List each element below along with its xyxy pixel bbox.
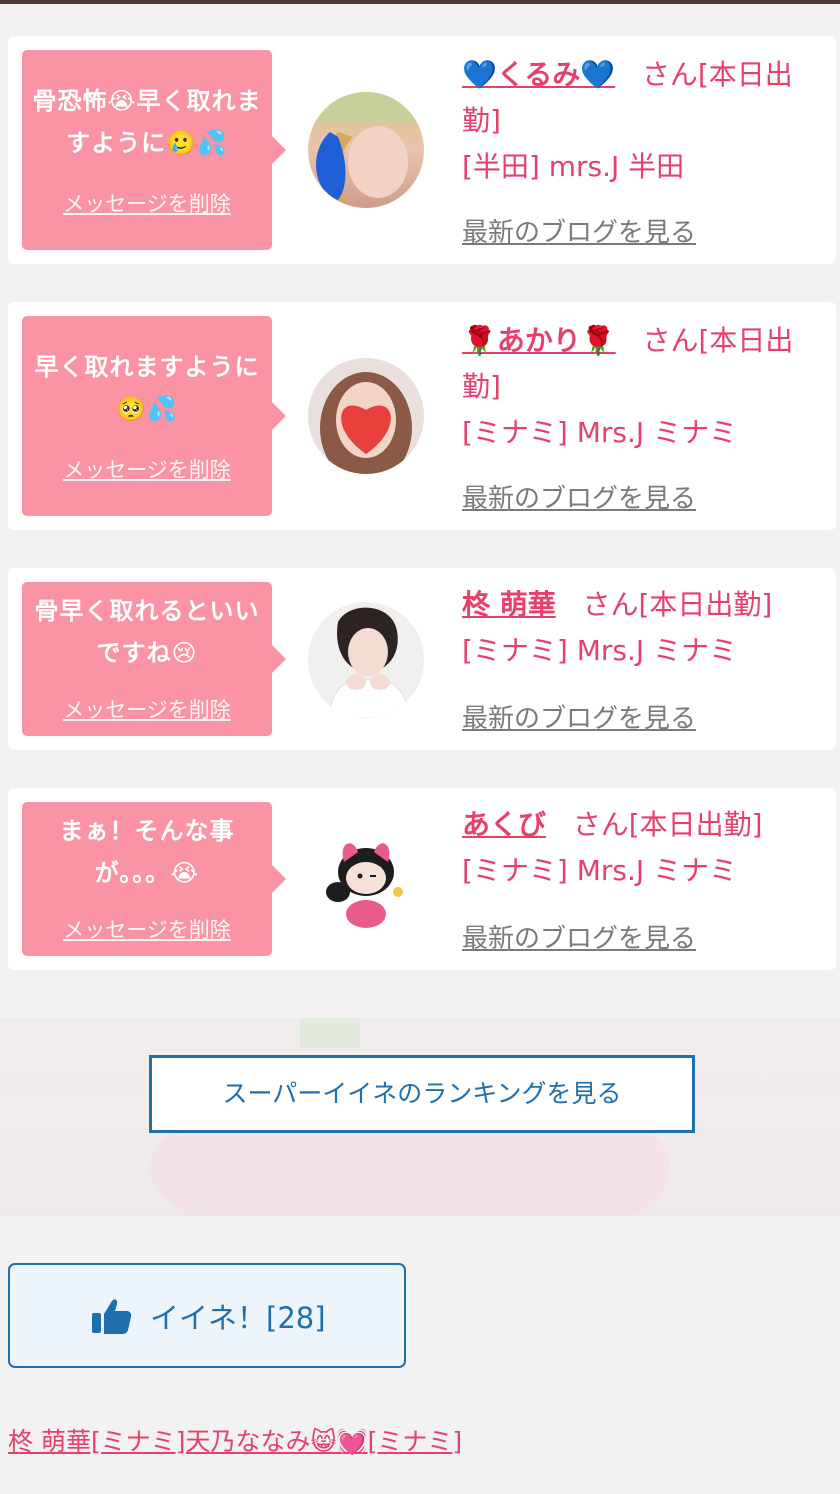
latest-blog-link[interactable]: 最新のブログを見る [462,478,696,515]
sender-info: 🌹あかり🌹 さん[本日出 勤] [ミナミ] Mrs.J ミナミ [462,318,828,456]
sender-shop: [ミナミ] Mrs.J ミナミ [462,416,738,449]
avatar[interactable] [308,358,424,474]
delete-message-link[interactable]: メッセージを削除 [22,914,272,944]
sender-name-link[interactable]: あくび [462,808,546,841]
sender-shop: [半田] mrs.J 半田 [462,150,685,183]
latest-blog-link[interactable]: 最新のブログを見る [462,918,696,955]
sender-info: あくび さん[本日出勤] [ミナミ] Mrs.J ミナミ [462,802,828,894]
sender-status: さん[本日出 [641,58,793,91]
sender-status: さん[本日出勤] [572,808,763,841]
avatar[interactable] [308,822,424,938]
latest-blog-link[interactable]: 最新のブログを見る [462,698,696,735]
message-text: 早く取れますように🥺💦 [34,353,260,423]
background-decoration [300,1018,360,1048]
delete-message-link[interactable]: メッセージを削除 [22,454,272,484]
message-text: 骨早く取れるといいですね😢 [34,597,260,667]
sender-info: 柊 萌華 さん[本日出勤] [ミナミ] Mrs.J ミナミ [462,582,828,674]
delete-message-link[interactable]: メッセージを削除 [22,188,272,218]
sender-status-cont: 勤] [462,104,501,137]
message-bubble: 早く取れますように🥺💦 メッセージを削除 [22,316,286,516]
sender-name-link[interactable]: 🌹あかり🌹 [462,324,616,357]
sender-shop: [ミナミ] Mrs.J ミナミ [462,634,738,667]
avatar[interactable] [308,92,424,208]
iine-button-label: イイネ！[28] [150,1301,326,1335]
message-text: まぁ！そんな事が。。。😭 [59,817,235,887]
footer-link[interactable]: 柊 萌華[ミナミ]天乃ななみ😸💓[ミナミ] [8,1422,462,1458]
sender-status: さん[本日出勤] [582,588,773,621]
super-iine-ranking-button[interactable]: スーパーイイネのランキングを見る [149,1055,695,1133]
top-bar [0,0,840,4]
sender-shop: [ミナミ] Mrs.J ミナミ [462,854,738,887]
ranking-section: スーパーイイネのランキングを見る [0,1018,840,1216]
sender-status: さん[本日出 [642,324,794,357]
iine-button[interactable]: イイネ！[28] [8,1263,406,1368]
message-card: まぁ！そんな事が。。。😭 メッセージを削除 あくび さん[本日出勤] [ミナミ]… [8,788,836,970]
message-bubble: まぁ！そんな事が。。。😭 メッセージを削除 [22,802,286,956]
sender-status-cont: 勤] [462,370,501,403]
message-card: 骨早く取れるといいですね😢 メッセージを削除 柊 萌華 さん[本日出勤] [ミナ… [8,568,836,750]
latest-blog-link[interactable]: 最新のブログを見る [462,212,696,249]
sender-name-link[interactable]: 柊 萌華 [462,588,556,621]
message-text: 骨恐怖😭早く取れますように🥲💦 [32,87,262,157]
message-bubble: 骨早く取れるといいですね😢 メッセージを削除 [22,582,286,736]
sender-info: 💙くるみ💙 さん[本日出 勤] [半田] mrs.J 半田 [462,52,828,190]
message-card: 骨恐怖😭早く取れますように🥲💦 メッセージを削除 💙くるみ💙 さん[本日出 勤]… [8,36,836,264]
thumbs-up-icon [92,1299,132,1334]
delete-message-link[interactable]: メッセージを削除 [22,694,272,724]
sender-name-link[interactable]: 💙くるみ💙 [462,58,615,91]
message-card: 早く取れますように🥺💦 メッセージを削除 🌹あかり🌹 さん[本日出 勤] [ミナ… [8,302,836,530]
message-bubble: 骨恐怖😭早く取れますように🥲💦 メッセージを削除 [22,50,286,250]
avatar[interactable] [308,602,424,718]
